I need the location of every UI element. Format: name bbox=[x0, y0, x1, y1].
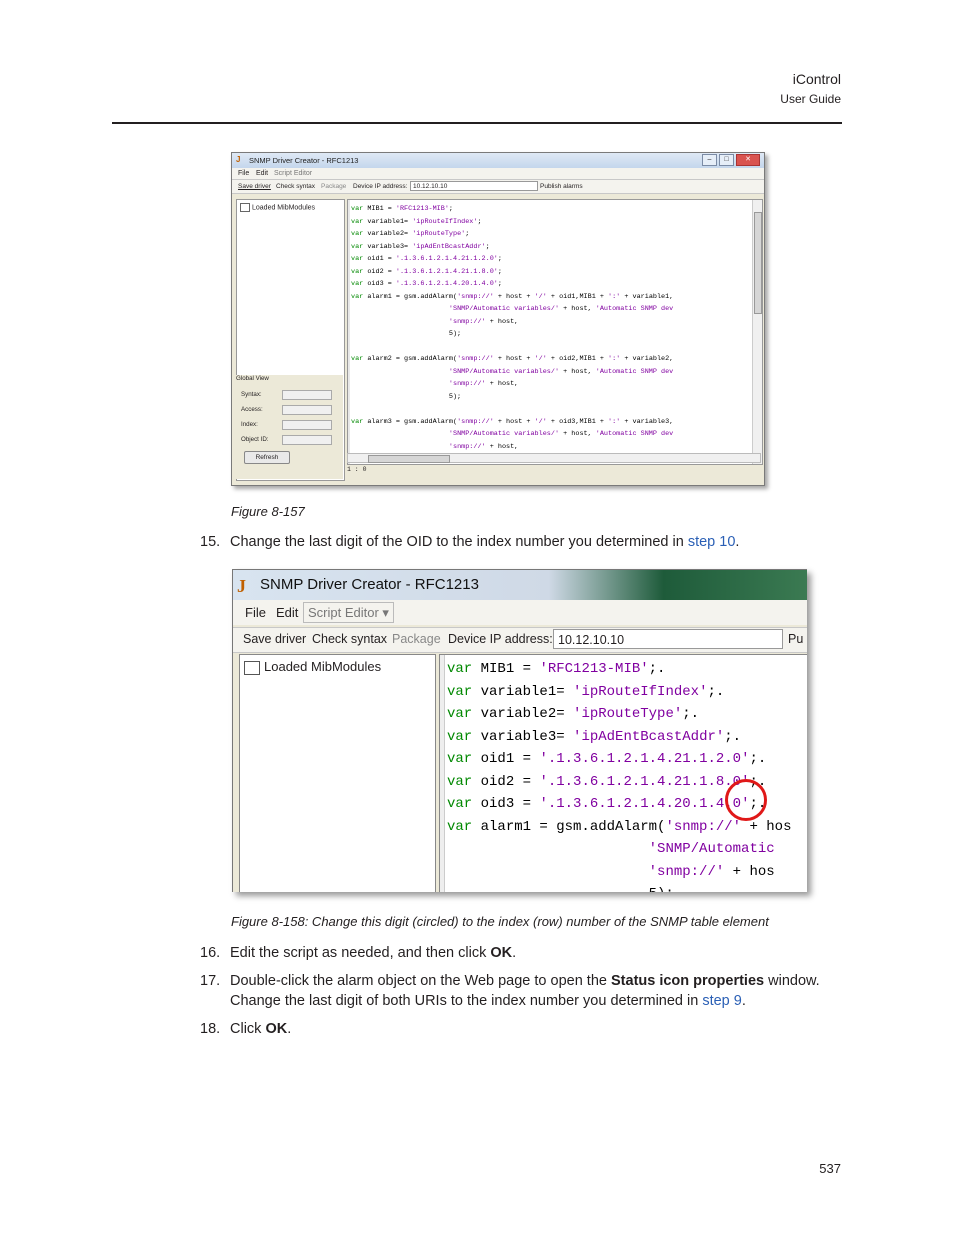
minimize-icon[interactable]: – bbox=[702, 154, 717, 166]
toolbar: Save driver Check syntax Package Device … bbox=[232, 179, 764, 194]
figure2-window: J SNMP Driver Creator - RFC1213 File Edi… bbox=[232, 569, 807, 892]
close-icon[interactable]: ✕ bbox=[736, 154, 760, 166]
menu-bar: File Edit Script Editor ▾ bbox=[233, 600, 807, 625]
step-text: Edit the script as needed, and then clic… bbox=[230, 945, 517, 961]
menu-file[interactable]: File bbox=[245, 605, 266, 620]
tree-root[interactable]: Loaded MibModules bbox=[240, 203, 315, 212]
menu-bar: File Edit Script Editor bbox=[232, 168, 764, 179]
step-link[interactable]: step 9 bbox=[702, 993, 742, 1009]
publish-alarms-button[interactable]: Pu bbox=[788, 632, 803, 646]
figure1-caption: Figure 8-157 bbox=[231, 504, 305, 519]
app-icon: J bbox=[236, 155, 241, 164]
object-id-label: Object ID: bbox=[241, 436, 269, 443]
publish-alarms-button[interactable]: Publish alarms bbox=[540, 183, 583, 190]
header-title: iControl bbox=[792, 71, 841, 87]
step-number: 17. bbox=[200, 973, 221, 989]
syntax-label: Syntax: bbox=[241, 391, 262, 398]
script-editor[interactable]: var MIB1 = 'RFC1213-MIB';. var variable1… bbox=[439, 654, 807, 892]
title-bar: J SNMP Driver Creator - RFC1213 – □ ✕ bbox=[232, 153, 764, 168]
tree-root[interactable]: Loaded MibModules bbox=[244, 659, 381, 675]
access-label: Access: bbox=[241, 406, 263, 413]
header-rule bbox=[112, 122, 842, 124]
horizontal-scrollbar[interactable] bbox=[347, 453, 761, 463]
window-title: SNMP Driver Creator - RFC1213 bbox=[260, 576, 479, 593]
step-number: 15. bbox=[200, 534, 221, 550]
mib-tree-panel: Loaded MibModules bbox=[239, 654, 436, 892]
step-number: 18. bbox=[200, 1021, 221, 1037]
step-link[interactable]: step 10 bbox=[688, 534, 736, 550]
maximize-icon[interactable]: □ bbox=[719, 154, 734, 166]
menu-edit[interactable]: Edit bbox=[276, 605, 298, 620]
index-field bbox=[282, 420, 332, 430]
check-syntax-button[interactable]: Check syntax bbox=[276, 183, 315, 190]
access-field bbox=[282, 405, 332, 415]
title-bar: J SNMP Driver Creator - RFC1213 bbox=[233, 570, 807, 600]
step-text: Double-click the alarm object on the Web… bbox=[230, 973, 820, 1009]
menu-file[interactable]: File bbox=[238, 170, 249, 177]
object-id-field bbox=[282, 435, 332, 445]
ip-input[interactable]: 10.12.10.10 bbox=[553, 629, 783, 649]
global-view-panel: Global View Syntax: Access: Index: Objec… bbox=[236, 375, 343, 479]
menu-edit[interactable]: Edit bbox=[256, 170, 268, 177]
ip-label: Device IP address: bbox=[448, 632, 553, 646]
tree-icon bbox=[240, 203, 250, 212]
figure1-window: J SNMP Driver Creator - RFC1213 – □ ✕ Fi… bbox=[231, 152, 765, 486]
window-title: SNMP Driver Creator - RFC1213 bbox=[249, 156, 359, 165]
script-code: var MIB1 = 'RFC1213-MIB';. var variable1… bbox=[447, 661, 792, 892]
ip-label: Device IP address: bbox=[353, 183, 408, 190]
step-number: 16. bbox=[200, 945, 221, 961]
header-subtitle: User Guide bbox=[780, 92, 841, 106]
step-text: Change the last digit of the OID to the … bbox=[230, 534, 740, 550]
script-editor[interactable]: var MIB1 = 'RFC1213-MIB'; var variable1=… bbox=[347, 199, 763, 465]
menu-script-editor[interactable]: Script Editor bbox=[274, 170, 312, 177]
ip-input[interactable]: 10.12.10.10 bbox=[410, 181, 538, 191]
index-label: Index: bbox=[241, 421, 258, 428]
step-text: Click OK. bbox=[230, 1021, 292, 1037]
vertical-scrollbar[interactable] bbox=[752, 200, 762, 464]
package-button[interactable]: Package bbox=[321, 183, 346, 190]
highlight-circle bbox=[725, 779, 767, 821]
check-syntax-button[interactable]: Check syntax bbox=[312, 632, 387, 646]
global-view-label: Global View bbox=[236, 375, 269, 382]
save-driver-button[interactable]: Save driver bbox=[238, 183, 271, 190]
syntax-field bbox=[282, 390, 332, 400]
page-number: 537 bbox=[819, 1161, 841, 1176]
refresh-button[interactable]: Refresh bbox=[244, 451, 290, 464]
save-driver-button[interactable]: Save driver bbox=[243, 632, 306, 646]
package-button[interactable]: Package bbox=[392, 632, 441, 646]
figure2-caption: Figure 8-158: Change this digit (circled… bbox=[231, 914, 769, 929]
cursor-status: 1 : 0 bbox=[347, 466, 367, 473]
menu-script-editor[interactable]: Script Editor ▾ bbox=[303, 602, 394, 623]
tree-icon bbox=[244, 660, 260, 675]
script-code: var MIB1 = 'RFC1213-MIB'; var variable1=… bbox=[351, 205, 674, 463]
app-icon: J bbox=[237, 576, 246, 596]
toolbar: Save driver Check syntax Package Device … bbox=[233, 627, 807, 653]
